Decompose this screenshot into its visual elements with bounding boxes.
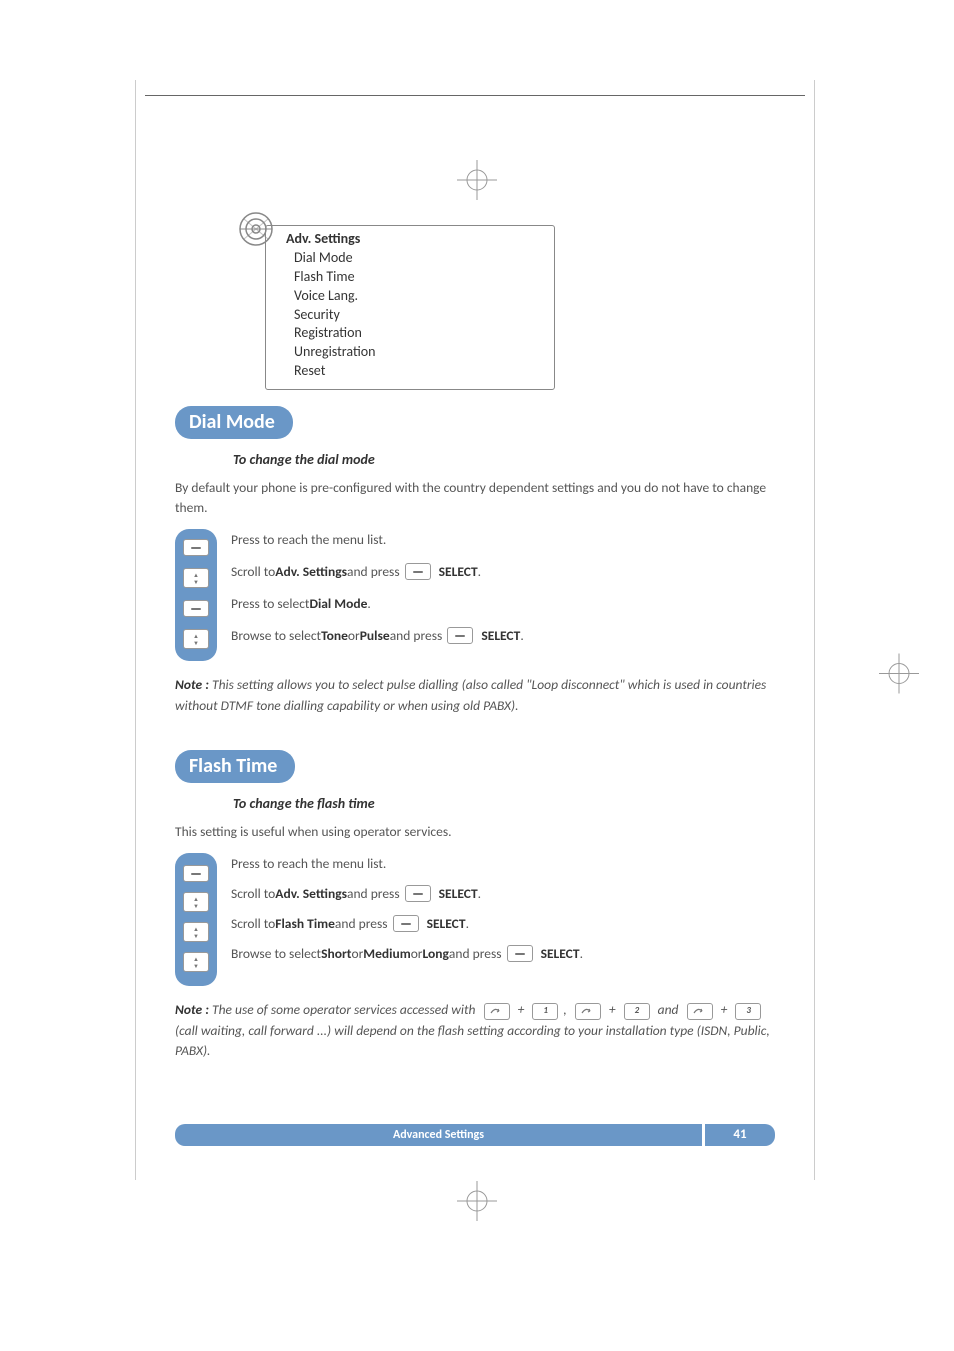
- menu-key-icon: [405, 563, 431, 580]
- menu-item: Flash Time: [294, 268, 544, 287]
- section-heading-flash-time: Flash Time: [175, 750, 295, 783]
- step-text: Scroll to Adv. Settings and press SELECT…: [231, 885, 583, 902]
- scroll-key-icon: [183, 568, 209, 588]
- crop-mark-bottom: [457, 1181, 497, 1226]
- crop-mark-right: [879, 653, 919, 698]
- menu-item: Reset: [294, 362, 544, 381]
- scroll-key-icon: [183, 629, 209, 649]
- scroll-key-icon: [183, 922, 209, 942]
- scroll-key-icon: [183, 892, 209, 912]
- menu-item: Unregistration: [294, 343, 544, 362]
- steps-group: Press to reach the menu list. Scroll to …: [175, 853, 775, 986]
- intro-text: By default your phone is pre-configured …: [175, 478, 775, 517]
- crop-mark-top: [457, 160, 497, 205]
- step-text: Scroll to Adv. Settings and press SELECT…: [231, 563, 524, 580]
- step-text: Browse to select Short or Medium or Long…: [231, 945, 583, 962]
- step-text: Browse to select Tone or Pulse and press…: [231, 627, 524, 644]
- section-heading-dial-mode: Dial Mode: [175, 406, 293, 439]
- menu-key-icon: [183, 865, 209, 882]
- key-2-icon: 2: [624, 1003, 650, 1020]
- page-number: 41: [705, 1124, 775, 1146]
- menu-key-icon: [183, 600, 209, 617]
- note-text: Note : This setting allows you to select…: [175, 675, 775, 716]
- key-1-icon: 1: [532, 1003, 558, 1020]
- steps-group: Press to reach the menu list. Scroll to …: [175, 529, 775, 661]
- intro-text: This setting is useful when using operat…: [175, 822, 775, 842]
- menu-key-icon: [447, 627, 473, 644]
- menu-item: Voice Lang.: [294, 287, 544, 306]
- icon-column: [175, 853, 217, 986]
- menu-item: Security: [294, 306, 544, 325]
- top-rule: [145, 95, 805, 96]
- subhead: To change the flash time: [233, 795, 775, 812]
- menu-screenshot: Adv. Settings Dial Mode Flash Time Voice…: [265, 225, 775, 390]
- subhead: To change the dial mode: [233, 451, 775, 468]
- step-text: Scroll to Flash Time and press SELECT.: [231, 915, 583, 932]
- icon-column: [175, 529, 217, 661]
- menu-key-icon: [405, 885, 431, 902]
- menu-key-icon: [183, 539, 209, 556]
- step-text: Press to select Dial Mode.: [231, 595, 524, 612]
- note-text: Note : The use of some operator services…: [175, 1000, 775, 1061]
- flash-key-icon: [484, 1003, 510, 1020]
- step-text: Press to reach the menu list.: [231, 531, 524, 548]
- footer: Advanced Settings 41: [175, 1124, 775, 1146]
- spiral-binding-icon: [236, 209, 276, 254]
- step-text: Press to reach the menu list.: [231, 855, 583, 872]
- scroll-key-icon: [183, 952, 209, 972]
- menu-key-icon: [393, 915, 419, 932]
- menu-key-icon: [507, 945, 533, 962]
- key-3-icon: 3: [735, 1003, 761, 1020]
- menu-item: Dial Mode: [294, 249, 544, 268]
- flash-key-icon: [687, 1003, 713, 1020]
- menu-title: Adv. Settings: [286, 230, 544, 249]
- footer-label: Advanced Settings: [175, 1124, 702, 1146]
- menu-item: Registration: [294, 324, 544, 343]
- flash-key-icon: [575, 1003, 601, 1020]
